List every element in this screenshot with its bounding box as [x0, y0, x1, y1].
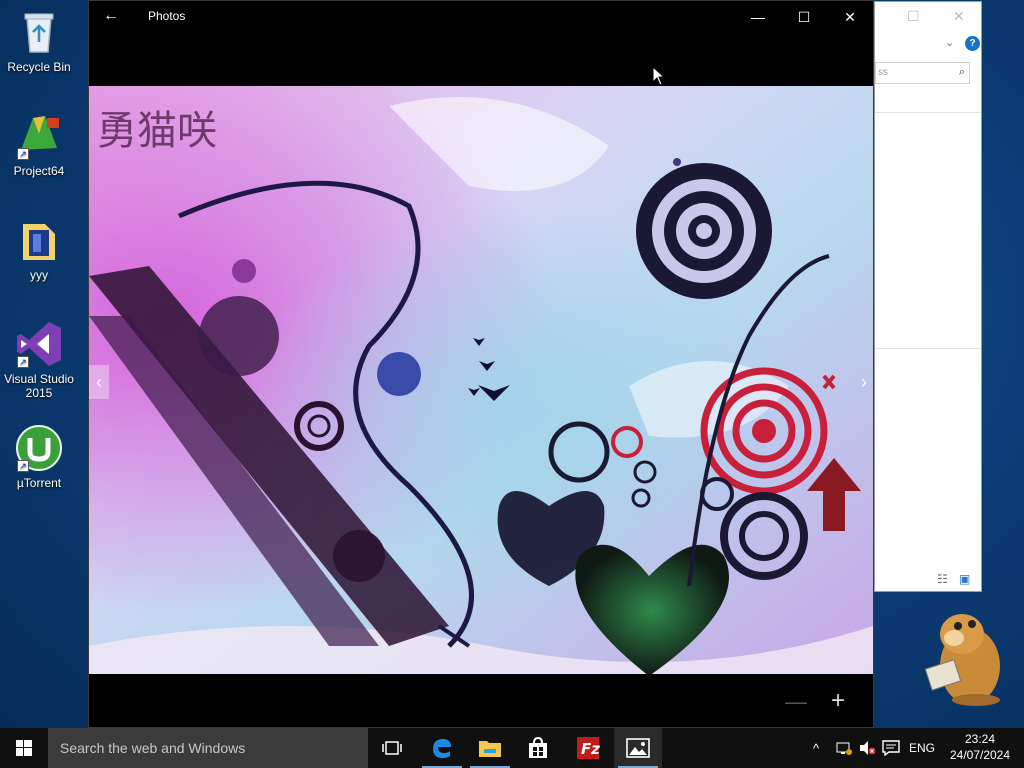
photo-image[interactable]: 勇猫咲: [89, 86, 873, 674]
show-hidden-icons-chevron-icon[interactable]: ^: [813, 728, 819, 768]
clock-time: 23:24: [964, 732, 996, 746]
taskbar-search-input[interactable]: Search the web and Windows: [48, 728, 368, 768]
project64-icon: ↗: [15, 112, 63, 160]
zoom-out-button[interactable]: —: [785, 689, 807, 715]
shortcut-arrow-icon: ↗: [17, 460, 29, 472]
taskbar-store[interactable]: [514, 728, 562, 768]
help-icon[interactable]: ?: [965, 36, 980, 51]
folder-icon: [15, 216, 63, 264]
search-icon[interactable]: ⌕: [959, 66, 965, 79]
edge-icon: [433, 739, 451, 758]
image-calligraphy-text: 勇猫咲: [97, 108, 217, 154]
large-icons-view-icon[interactable]: ▣: [959, 572, 970, 586]
input-language-indicator[interactable]: ENG: [909, 728, 935, 768]
network-icon[interactable]: [836, 728, 852, 768]
desktop-icon-project64[interactable]: ↗ Project64: [0, 112, 78, 178]
back-arrow-icon[interactable]: ←: [103, 7, 119, 25]
desktop-icon-label: Visual Studio 2015: [4, 372, 74, 400]
taskbar-file-explorer[interactable]: [466, 728, 514, 768]
desktop-icon-recycle-bin[interactable]: Recycle Bin: [0, 8, 78, 74]
previous-photo-button[interactable]: ‹: [89, 365, 109, 399]
divider: [875, 112, 981, 113]
hamster-desktop-mascot: [918, 604, 1008, 708]
folder-icon: [479, 741, 501, 757]
taskbar: Search the web and Windows Fz ^ ENG 23:2…: [0, 728, 1024, 768]
background-explorer-window[interactable]: ☐ ✕ ⌄ ? ss ⌕ ☷ ▣: [874, 1, 982, 592]
shortcut-arrow-icon: ↗: [17, 356, 29, 368]
taskbar-filezilla[interactable]: Fz: [564, 728, 612, 768]
search-input-text: ss: [878, 67, 888, 78]
recycle-bin-icon: [15, 8, 63, 56]
close-button[interactable]: ✕: [827, 5, 873, 29]
taskbar-photos[interactable]: [614, 728, 662, 768]
filezilla-icon: Fz: [577, 737, 600, 759]
close-icon[interactable]: ✕: [953, 8, 965, 25]
desktop-icon-label: µTorrent: [16, 476, 62, 490]
store-icon: [529, 737, 547, 758]
svg-text:Fz: Fz: [581, 740, 600, 758]
start-button[interactable]: [0, 728, 48, 768]
maximize-button[interactable]: ☐: [781, 5, 827, 29]
desktop-icon-utorrent[interactable]: ↗ µTorrent: [0, 424, 78, 490]
shortcut-arrow-icon: ↗: [17, 148, 29, 160]
taskbar-edge[interactable]: [418, 728, 466, 768]
maximize-icon[interactable]: ☐: [907, 8, 920, 25]
visual-studio-icon: ↗: [15, 320, 63, 368]
divider: [875, 348, 981, 349]
task-view-button[interactable]: [368, 728, 416, 768]
photos-icon: [626, 738, 650, 758]
utorrent-icon: ↗: [15, 424, 63, 472]
search-input[interactable]: ss ⌕: [875, 62, 970, 84]
photos-titlebar[interactable]: ← Photos — ☐ ✕: [89, 1, 873, 33]
desktop-icon-label: Recycle Bin: [7, 60, 71, 74]
zoom-in-button[interactable]: +: [831, 687, 845, 715]
mouse-cursor-icon: [652, 65, 666, 91]
task-view-icon: [382, 741, 402, 755]
taskbar-clock[interactable]: 23:24 24/07/2024: [944, 731, 1016, 763]
action-center-icon[interactable]: [882, 728, 900, 768]
chevron-down-icon[interactable]: ⌄: [945, 36, 954, 49]
minimize-button[interactable]: —: [735, 5, 781, 29]
details-view-icon[interactable]: ☷: [937, 572, 948, 586]
volume-muted-icon[interactable]: [858, 728, 876, 768]
window-title: Photos: [148, 9, 186, 23]
photos-window[interactable]: ← Photos — ☐ ✕ 勇猫咲 ‹ › — +: [88, 0, 874, 728]
desktop-icon-label: Project64: [13, 164, 65, 178]
desktop-icon-label: yyy: [30, 268, 48, 282]
next-photo-button[interactable]: ›: [854, 365, 874, 399]
clock-date: 24/07/2024: [949, 748, 1011, 762]
desktop-icon-visual-studio[interactable]: ↗ Visual Studio 2015: [0, 320, 78, 400]
windows-logo-icon: [16, 740, 32, 756]
desktop-icon-yyy[interactable]: yyy: [0, 216, 78, 282]
